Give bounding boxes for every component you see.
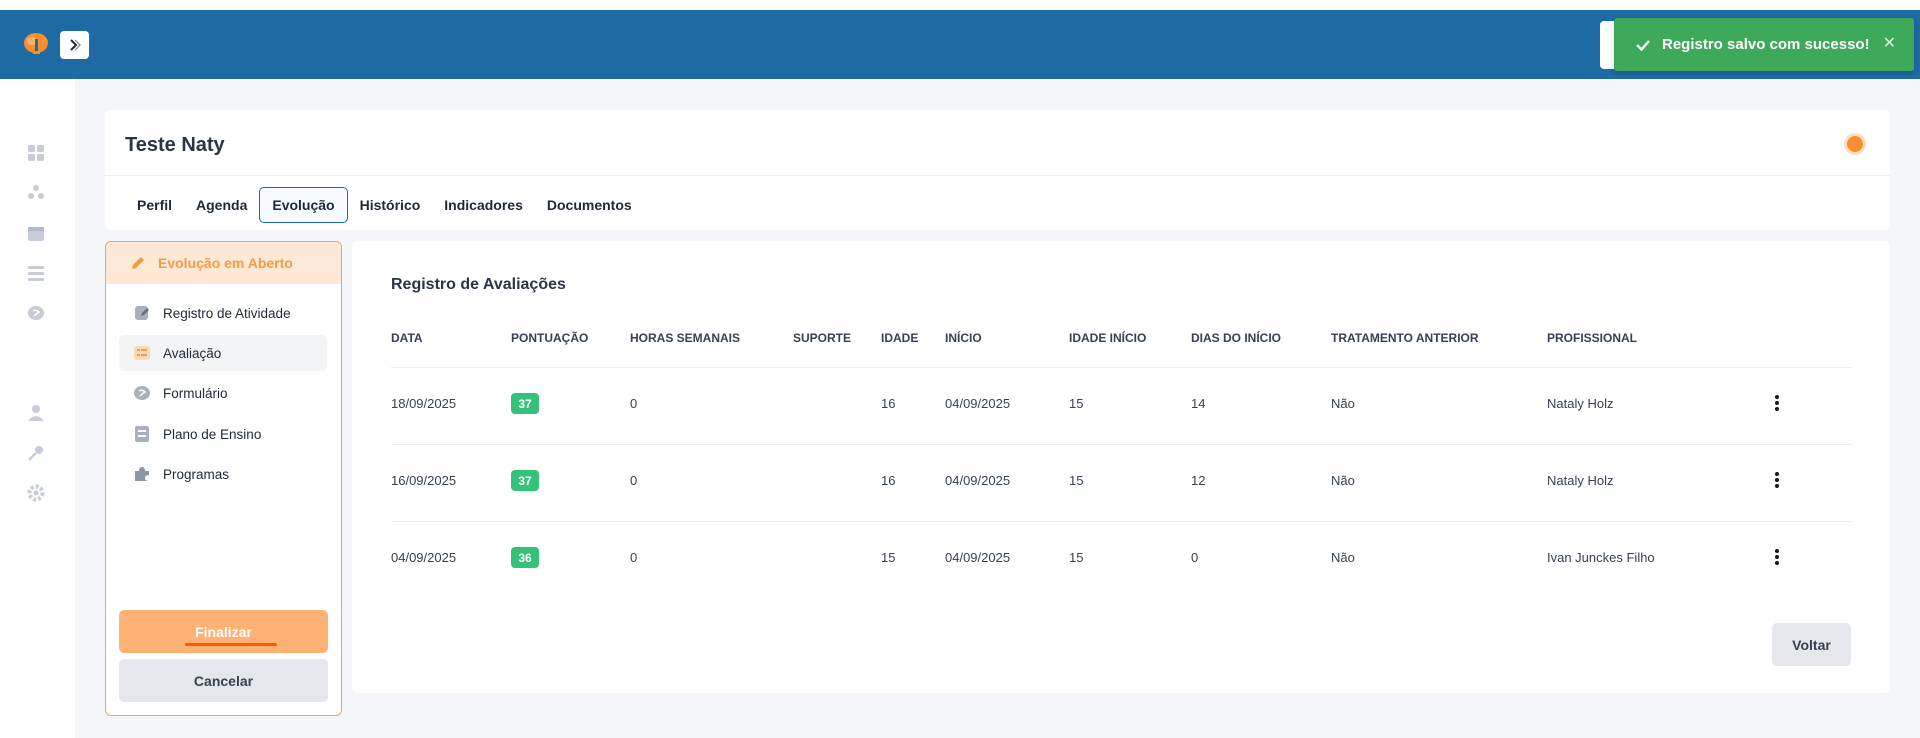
column-header: DATA: [391, 331, 423, 345]
toast-close-icon[interactable]: ✕: [1883, 35, 1896, 53]
puzzle-icon: [133, 465, 151, 483]
cell-horas: 0: [630, 396, 638, 411]
cell-profissional: Nataly Holz: [1547, 396, 1614, 411]
evolution-panel-header: Evolução em Aberto: [106, 242, 341, 284]
evolution-panel: Evolução em Aberto Registro de Atividade…: [105, 241, 342, 716]
user-icon[interactable]: [26, 403, 46, 423]
tab-bar: Perfil Agenda Evolução Histórico Indicad…: [125, 187, 644, 223]
cell-dias: 12: [1191, 473, 1206, 488]
cell-inicio: 04/09/2025: [945, 396, 1011, 411]
menu-item-avaliacao[interactable]: Avaliação: [119, 335, 327, 371]
form-icon: [133, 384, 151, 402]
menu-item-formulario[interactable]: Formulário: [119, 375, 327, 411]
row-menu-kebab-icon[interactable]: [1767, 469, 1787, 491]
table-row[interactable]: 16/09/2025 37 0 16 04/09/2025 15 12 Não …: [391, 444, 1852, 521]
cell-horas: 0: [630, 550, 638, 565]
finalizar-button[interactable]: Finalizar: [119, 610, 328, 653]
score-badge: 37: [511, 470, 539, 491]
menu-item-label: Plano de Ensino: [163, 426, 262, 442]
tab-indicadores[interactable]: Indicadores: [432, 187, 535, 223]
cell-profissional: Ivan Junckes Filho: [1547, 550, 1655, 565]
tab-perfil[interactable]: Perfil: [125, 187, 184, 223]
column-header: INÍCIO: [945, 331, 982, 345]
cell-idade: 16: [881, 396, 896, 411]
patients-icon[interactable]: [26, 183, 46, 203]
cell-idade-inicio: 15: [1069, 473, 1084, 488]
menu-item-registro-atividade[interactable]: Registro de Atividade: [119, 295, 327, 331]
pencil-icon: [132, 257, 144, 269]
cell-data: 16/09/2025: [391, 473, 457, 488]
finalizar-label: Finalizar: [195, 623, 252, 640]
toast-message: Registro salvo com sucesso!: [1662, 36, 1870, 53]
menu-item-label: Avaliação: [163, 345, 222, 361]
success-toast: Registro salvo com sucesso! ✕: [1614, 18, 1914, 71]
chevron-right-icon: [69, 39, 81, 51]
score-badge: 37: [511, 393, 539, 414]
column-header: IDADE INÍCIO: [1069, 331, 1147, 345]
expand-sidebar-button[interactable]: [60, 31, 89, 59]
cell-idade: 16: [881, 473, 896, 488]
cell-data: 04/09/2025: [391, 550, 457, 565]
tab-evolucao[interactable]: Evolução: [259, 187, 348, 223]
menu-item-programas[interactable]: Programas: [119, 456, 327, 492]
finalizar-underline: [185, 643, 277, 646]
column-header: DIAS DO INÍCIO: [1191, 331, 1282, 345]
status-indicator: [1844, 133, 1866, 155]
column-header: SUPORTE: [793, 331, 852, 345]
cell-tratamento: Não: [1331, 550, 1355, 565]
column-header: TRATAMENTO ANTERIOR: [1331, 331, 1479, 345]
row-menu-kebab-icon[interactable]: [1767, 392, 1787, 414]
checklist-icon: [133, 344, 151, 362]
cell-idade-inicio: 15: [1069, 550, 1084, 565]
calendar-icon[interactable]: [26, 223, 46, 243]
cell-idade-inicio: 15: [1069, 396, 1084, 411]
evolution-panel-title: Evolução em Aberto: [158, 255, 293, 271]
cell-dias: 14: [1191, 396, 1206, 411]
column-header: HORAS SEMANAIS: [630, 331, 741, 345]
settings-gear-icon[interactable]: [26, 483, 46, 503]
column-header: PROFISSIONAL: [1547, 331, 1638, 345]
menu-item-label: Formulário: [163, 385, 228, 401]
menu-item-plano-ensino[interactable]: Plano de Ensino: [119, 416, 327, 452]
tab-agenda[interactable]: Agenda: [184, 187, 259, 223]
cell-idade: 15: [881, 550, 896, 565]
table-row[interactable]: 18/09/2025 37 0 16 04/09/2025 15 14 Não …: [391, 367, 1852, 444]
voltar-button[interactable]: Voltar: [1772, 623, 1851, 666]
edit-doc-icon: [133, 304, 151, 322]
column-header: IDADE: [881, 331, 919, 345]
table-row[interactable]: 04/09/2025 36 0 15 04/09/2025 15 0 Não I…: [391, 521, 1852, 598]
header-divider: [105, 175, 1890, 176]
top-strip: [0, 0, 1920, 10]
menu-item-label: Registro de Atividade: [163, 305, 291, 321]
brain-logo-icon[interactable]: [22, 31, 50, 57]
cell-data: 18/09/2025: [391, 396, 457, 411]
plan-icon: [133, 425, 151, 443]
section-title: Registro de Avaliações: [391, 276, 566, 293]
cell-horas: 0: [630, 473, 638, 488]
page-title: Teste Naty: [125, 134, 225, 156]
list-icon[interactable]: [26, 263, 46, 283]
check-icon: [1636, 39, 1650, 51]
cell-profissional: Nataly Holz: [1547, 473, 1614, 488]
cell-dias: 0: [1191, 550, 1199, 565]
key-icon[interactable]: [26, 443, 46, 463]
cell-tratamento: Não: [1331, 396, 1355, 411]
cancelar-button[interactable]: Cancelar: [119, 659, 328, 702]
tab-historico[interactable]: Histórico: [348, 187, 433, 223]
cell-inicio: 04/09/2025: [945, 550, 1011, 565]
sidebar: [0, 79, 75, 738]
row-menu-kebab-icon[interactable]: [1767, 546, 1787, 568]
brain-icon[interactable]: [26, 303, 46, 323]
patient-header-card: Teste Naty Perfil Agenda Evolução Histór…: [105, 110, 1890, 230]
dashboard-icon[interactable]: [26, 143, 46, 163]
menu-item-label: Programas: [163, 466, 230, 482]
tab-documentos[interactable]: Documentos: [535, 187, 644, 223]
score-badge: 36: [511, 547, 539, 568]
cell-inicio: 04/09/2025: [945, 473, 1011, 488]
column-header: PONTUAÇÃO: [511, 331, 589, 345]
cell-tratamento: Não: [1331, 473, 1355, 488]
evaluations-card: Registro de Avaliações DATA PONTUAÇÃO HO…: [352, 241, 1890, 693]
